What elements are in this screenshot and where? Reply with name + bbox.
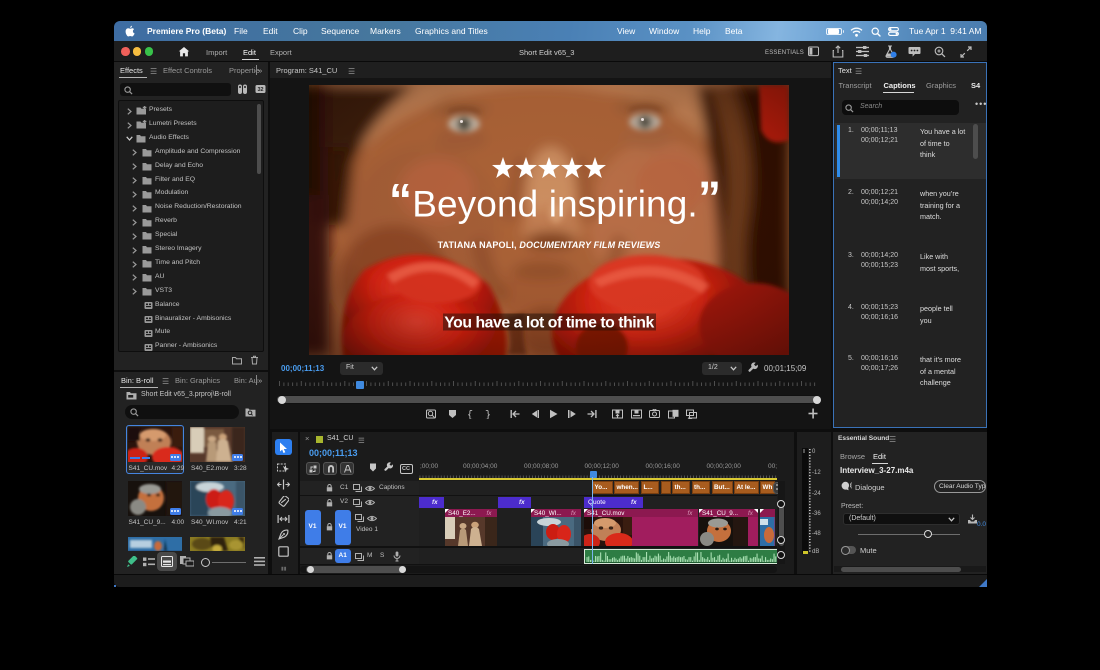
svg-text:32: 32 (257, 87, 263, 93)
svg-text:You have a lot of time to thin: You have a lot of time to think (444, 315, 654, 332)
svg-text:”: ” (698, 172, 721, 224)
svg-text:}: } (484, 410, 490, 420)
svg-text:TATIANA NAPOLI, DOCUMENTARY FI: TATIANA NAPOLI, DOCUMENTARY FILM REVIEWS (438, 240, 661, 250)
svg-text:“: “ (389, 174, 412, 226)
svg-text:Beyond inspiring.: Beyond inspiring. (412, 184, 698, 225)
svg-text:{: { (466, 410, 472, 420)
